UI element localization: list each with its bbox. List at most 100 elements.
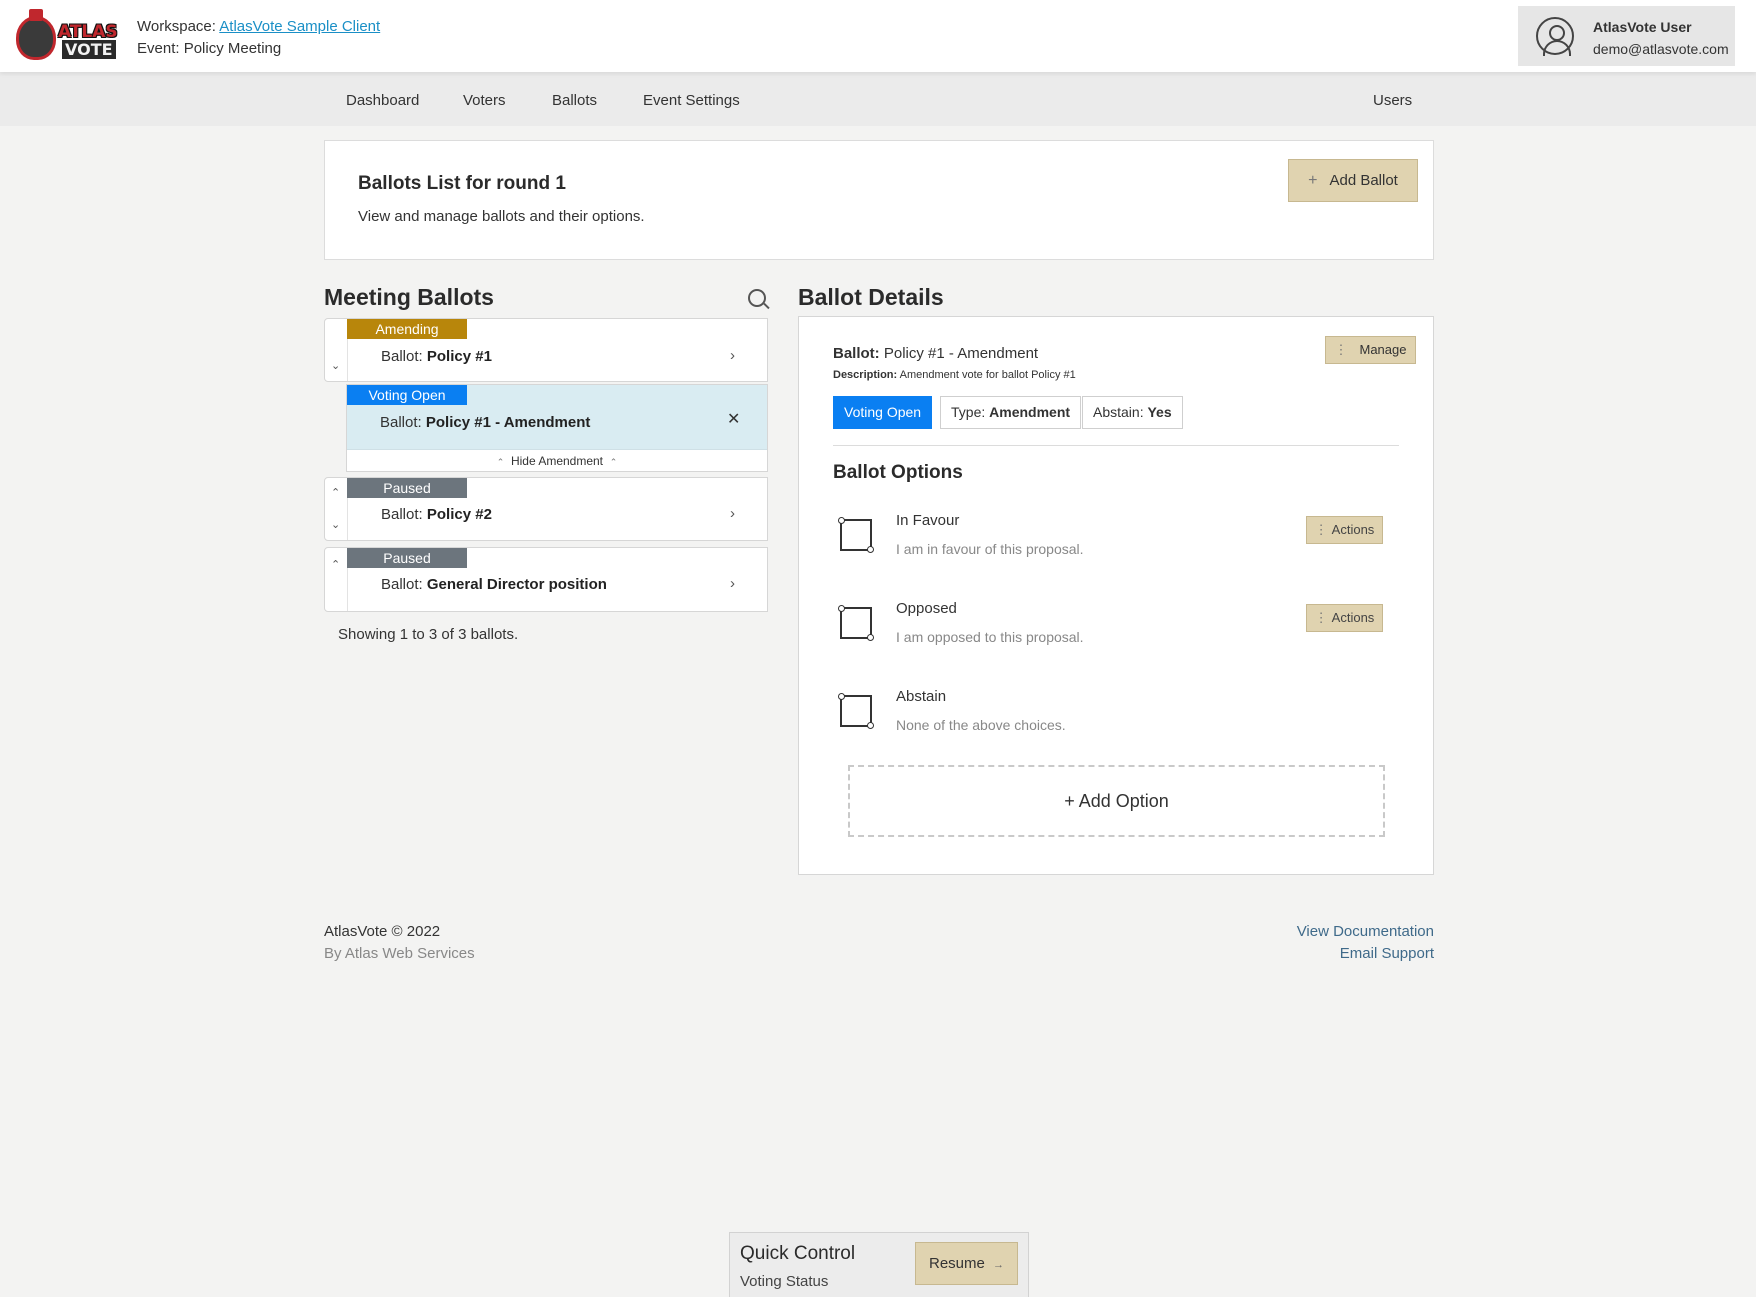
option-checkbox-icon[interactable] — [838, 693, 874, 729]
ballot-details-card: Ballot: Policy #1 - Amendment Descriptio… — [798, 316, 1434, 875]
status-badge-paused: Paused — [347, 478, 467, 498]
chevron-down-icon[interactable]: ⌄ — [331, 518, 340, 531]
ballot-name: Policy #1 - Amendment — [425, 414, 591, 431]
quick-control-title: Quick Control — [740, 1243, 856, 1264]
actions-label: Actions — [1331, 610, 1375, 625]
hide-amendment-label: Hide Amendment — [510, 454, 604, 468]
close-icon[interactable]: ✕ — [727, 409, 740, 429]
nav-users[interactable]: Users — [1373, 92, 1412, 109]
nav-dashboard[interactable]: Dashboard — [346, 92, 419, 109]
option-description: I am opposed to this proposal. — [896, 629, 1084, 645]
abstain-tag-value: Yes — [1147, 404, 1172, 420]
resume-button[interactable]: Resume → — [915, 1242, 1018, 1285]
ballot-title: Ballot: General Director position — [381, 576, 607, 593]
option-name: Opposed — [896, 600, 957, 617]
resume-label: Resume — [928, 1255, 985, 1272]
top-header: ATLAS VOTE Workspace: AtlasVote Sample C… — [0, 0, 1756, 72]
ballot-item-policy-1[interactable]: ⌄ Amending Ballot: Policy #1 › — [324, 318, 768, 382]
option-checkbox-icon[interactable] — [838, 605, 874, 641]
ballot-name: General Director position — [426, 576, 607, 593]
quick-control-panel: Quick Control Voting Status Resume → — [729, 1232, 1029, 1297]
email-support-link[interactable]: Email Support — [1340, 945, 1434, 962]
user-avatar-icon — [1536, 17, 1574, 56]
detail-description-label: Description: — [833, 369, 898, 381]
add-ballot-label: Add Ballot — [1329, 171, 1398, 189]
ballot-prefix: Ballot: — [381, 506, 423, 523]
kebab-icon: ⋮ — [1334, 342, 1348, 357]
option-description: None of the above choices. — [896, 717, 1066, 733]
nav-voters[interactable]: Voters — [463, 92, 506, 109]
detail-description-value: Amendment vote for ballot Policy #1 — [899, 369, 1076, 381]
main-nav: Dashboard Voters Ballots Event Settings … — [0, 72, 1756, 126]
manage-label: Manage — [1359, 342, 1407, 357]
page-title: Ballots List for round 1 — [358, 173, 566, 194]
chevron-right-icon[interactable]: › — [730, 575, 735, 592]
abstain-tag-label: Abstain: — [1093, 404, 1144, 420]
ballot-rail: ⌃ — [325, 548, 348, 611]
type-tag: Type: Amendment — [940, 396, 1082, 429]
chevron-down-icon[interactable]: ⌄ — [331, 359, 340, 372]
ballots-list-header: Ballots List for round 1 View and manage… — [324, 140, 1434, 260]
ballot-name: Policy #1 — [426, 348, 492, 365]
type-tag-value: Amendment — [989, 404, 1071, 420]
arrow-right-icon: → — [993, 1259, 1005, 1271]
ballot-options-title: Ballot Options — [833, 462, 963, 483]
footer-copyright: AtlasVote © 2022 — [324, 923, 441, 940]
ballot-item-general-director[interactable]: ⌃ Paused Ballot: General Director positi… — [324, 547, 768, 612]
manage-button[interactable]: ⋮ Manage — [1325, 336, 1416, 364]
view-documentation-link[interactable]: View Documentation — [1297, 923, 1434, 940]
search-icon[interactable] — [748, 289, 766, 307]
ballot-item-policy-1-amendment[interactable]: Voting Open Ballot: Policy #1 - Amendmen… — [346, 384, 768, 472]
ballot-prefix: Ballot: — [381, 348, 423, 365]
option-checkbox-icon[interactable] — [838, 517, 874, 553]
option-name: In Favour — [896, 512, 960, 529]
divider — [833, 445, 1399, 446]
detail-description: Description: Amendment vote for ballot P… — [833, 369, 1076, 381]
option-description: I am in favour of this proposal. — [896, 541, 1084, 557]
user-menu[interactable]: AtlasVote User demo@atlasvote.com — [1518, 6, 1735, 66]
kebab-icon: ⋮ — [1314, 610, 1328, 625]
event-label: Event: Policy Meeting — [137, 40, 282, 57]
plus-icon: + — [1308, 171, 1318, 189]
detail-ballot-label: Ballot: — [833, 345, 880, 362]
workspace-link[interactable]: AtlasVote Sample Client — [219, 18, 380, 35]
ballot-title: Ballot: Policy #1 — [381, 348, 492, 365]
atlasvote-logo[interactable]: ATLAS VOTE — [14, 9, 118, 64]
abstain-tag: Abstain: Yes — [1082, 396, 1183, 429]
workspace-info: Workspace: AtlasVote Sample Client Event… — [137, 16, 380, 60]
chevron-up-icon[interactable]: ⌃ — [331, 486, 340, 499]
detail-ballot-name: Ballot: Policy #1 - Amendment — [833, 345, 1038, 362]
ballot-item-policy-2[interactable]: ⌃ ⌄ Paused Ballot: Policy #2 › — [324, 477, 768, 541]
nav-ballots[interactable]: Ballots — [552, 92, 597, 109]
chevron-right-icon[interactable]: › — [730, 347, 735, 364]
option-name: Abstain — [896, 688, 947, 705]
status-tag: Voting Open — [833, 396, 933, 429]
add-ballot-button[interactable]: + Add Ballot — [1288, 159, 1418, 202]
ballot-title: Ballot: Policy #1 - Amendment — [380, 414, 590, 431]
logo-text-bottom: VOTE — [62, 40, 116, 59]
user-name: AtlasVote User — [1593, 19, 1692, 35]
logo-text-top: ATLAS — [58, 22, 118, 42]
nav-event-settings[interactable]: Event Settings — [643, 92, 740, 109]
ballot-title: Ballot: Policy #2 — [381, 506, 492, 523]
add-option-button[interactable]: + Add Option — [848, 765, 1385, 837]
chevron-up-icon: ⌃ — [496, 457, 505, 467]
ballot-name: Policy #2 — [426, 506, 492, 523]
ballot-prefix: Ballot: — [381, 576, 423, 593]
voting-status-label: Voting Status — [740, 1273, 829, 1290]
logo-emblem-icon — [16, 9, 56, 60]
hide-amendment-toggle[interactable]: ⌃ Hide Amendment ⌃ — [347, 449, 767, 471]
meeting-ballots-title: Meeting Ballots — [324, 284, 494, 310]
option-actions-button[interactable]: ⋮ Actions — [1306, 516, 1383, 544]
chevron-right-icon[interactable]: › — [730, 505, 735, 522]
status-badge-paused: Paused — [347, 548, 467, 568]
chevron-up-icon[interactable]: ⌃ — [331, 558, 340, 571]
type-tag-label: Type: — [951, 404, 986, 420]
user-email: demo@atlasvote.com — [1593, 41, 1729, 57]
ballot-rail: ⌃ ⌄ — [325, 478, 348, 540]
detail-ballot-value: Policy #1 - Amendment — [883, 345, 1039, 362]
option-actions-button[interactable]: ⋮ Actions — [1306, 604, 1383, 632]
status-badge-amending: Amending — [347, 319, 467, 339]
actions-label: Actions — [1331, 522, 1375, 537]
pagination-summary: Showing 1 to 3 of 3 ballots. — [338, 626, 519, 643]
